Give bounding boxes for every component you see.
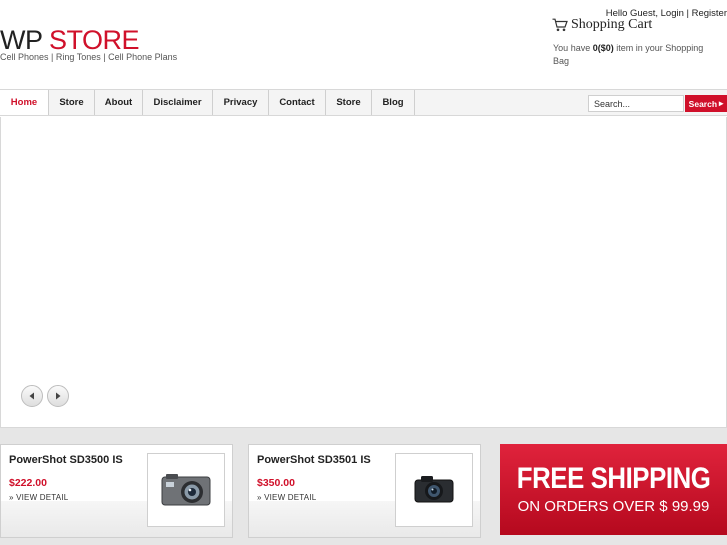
nav-item-disclaimer[interactable]: Disclaimer (143, 90, 213, 115)
shopping-cart-icon (552, 18, 568, 32)
product-card[interactable]: PowerShot SD3501 IS $350.00 » VIEW DETAI… (248, 444, 481, 538)
nav-item-about[interactable]: About (95, 90, 143, 115)
product-price: $350.00 (257, 477, 295, 489)
nav-item-home[interactable]: Home (0, 90, 49, 115)
slider-prev-button[interactable] (21, 385, 43, 407)
search-input[interactable] (588, 95, 684, 112)
search-button[interactable]: Search ▸ (685, 95, 727, 112)
product-image[interactable] (395, 453, 473, 527)
view-detail-link[interactable]: » VIEW DETAIL (257, 493, 316, 502)
nav-item-store[interactable]: Store (49, 90, 95, 115)
login-link[interactable]: Login (661, 8, 684, 19)
cart-count: 0($0) (592, 43, 614, 53)
main-navigation: Home Store About Disclaimer Privacy Cont… (0, 89, 727, 116)
featured-strip: PowerShot SD3500 IS $222.00 » VIEW DETAI… (0, 428, 727, 545)
camera-icon (414, 476, 454, 503)
site-tagline: Cell Phones | Ring Tones | Cell Phone Pl… (0, 52, 178, 62)
product-image[interactable] (147, 453, 225, 527)
banner-subline: ON ORDERS OVER $ 99.99 (517, 497, 710, 515)
cart-summary: You have 0($0) item in your Shopping Bag (553, 42, 718, 68)
arrow-left-icon (29, 392, 34, 400)
logo-store: STORE (49, 25, 140, 55)
cart-title: Shopping Cart (571, 17, 653, 32)
nav-item-contact[interactable]: Contact (269, 90, 326, 115)
nav-item-privacy[interactable]: Privacy (213, 90, 269, 115)
nav-item-blog[interactable]: Blog (372, 90, 415, 115)
camera-icon (161, 474, 211, 506)
user-links-separator: | (686, 8, 689, 19)
nav-item-store-2[interactable]: Store (326, 90, 372, 115)
shopping-cart-link[interactable]: Shopping Cart (552, 17, 652, 33)
search-button-label: Search (688, 98, 718, 109)
product-name[interactable]: PowerShot SD3501 IS (257, 454, 371, 466)
register-link[interactable]: Register (692, 8, 727, 19)
view-detail-link[interactable]: » VIEW DETAIL (9, 493, 68, 502)
product-card[interactable]: PowerShot SD3500 IS $222.00 » VIEW DETAI… (0, 444, 233, 538)
arrow-right-icon (56, 392, 61, 400)
product-price: $222.00 (9, 477, 47, 489)
search-arrow-icon: ▸ (719, 98, 724, 108)
site-logo[interactable]: WP STORE (0, 25, 140, 55)
cart-prefix: You have (553, 43, 591, 53)
slider-next-button[interactable] (47, 385, 69, 407)
product-name[interactable]: PowerShot SD3500 IS (9, 454, 123, 466)
logo-wp: WP (0, 25, 43, 55)
free-shipping-banner[interactable]: FREE SHIPPING ON ORDERS OVER $ 99.99 (500, 444, 727, 535)
banner-headline: FREE SHIPPING (516, 461, 711, 495)
featured-slider (0, 117, 727, 428)
